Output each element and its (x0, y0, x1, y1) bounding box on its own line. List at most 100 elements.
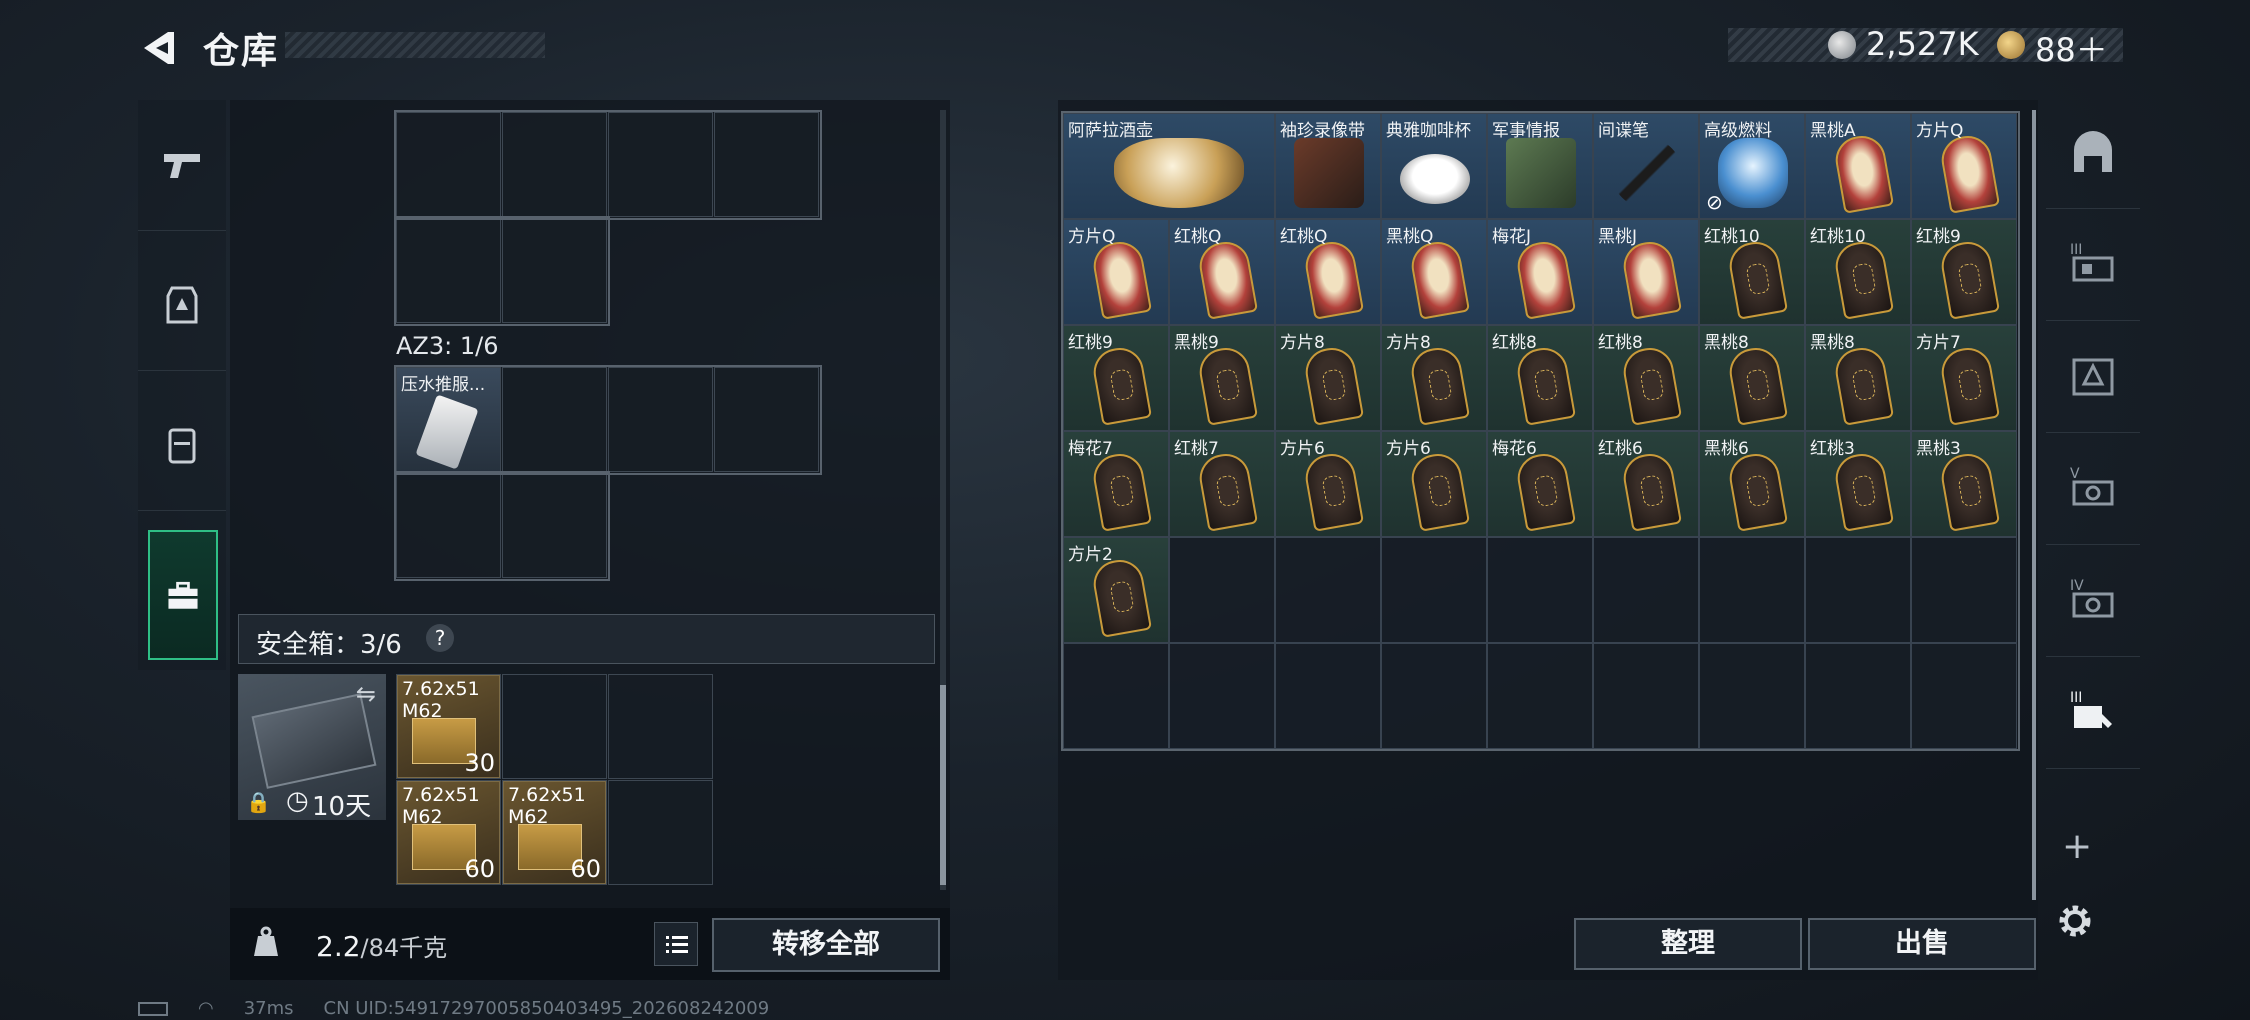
tab-container-3[interactable]: III (2046, 212, 2140, 321)
stash-empty-slot[interactable] (1911, 643, 2017, 749)
item-name: 红桃8 (1598, 333, 1643, 353)
playing-card-icon (1725, 344, 1789, 426)
stash-empty-slot[interactable] (1169, 537, 1275, 643)
help-icon[interactable]: ? (426, 624, 454, 652)
right-scrollbar[interactable] (2032, 110, 2036, 900)
list-view-button[interactable] (654, 922, 698, 966)
stash-item[interactable]: 黑桃8 (1805, 325, 1911, 431)
stash-empty-slot[interactable] (1487, 643, 1593, 749)
premium-currency-amount[interactable]: 88＋ (2035, 25, 2108, 71)
stash-item[interactable]: 方片6 (1381, 431, 1487, 537)
stash-item[interactable]: 黑桃A (1805, 113, 1911, 219)
stash-empty-slot[interactable] (1275, 643, 1381, 749)
ammo-count: 60 (570, 855, 601, 883)
stash-empty-slot[interactable] (1911, 537, 2017, 643)
stash-item[interactable]: 典雅咖啡杯 (1381, 113, 1487, 219)
ammo-item[interactable]: 7.62x51 M62 60 (397, 781, 500, 884)
stash-item[interactable]: 方片Q (1063, 219, 1169, 325)
transfer-all-button[interactable]: 转移全部 (712, 918, 940, 972)
stash-item[interactable]: 方片8 (1275, 325, 1381, 431)
stash-item[interactable]: 黑桃9 (1169, 325, 1275, 431)
tab-weapons[interactable] (138, 100, 226, 231)
stash-item[interactable]: 红桃9 (1063, 325, 1169, 431)
stash-empty-slot[interactable] (1593, 537, 1699, 643)
item-name: 红桃7 (1174, 439, 1219, 459)
safe-slot[interactable] (502, 674, 607, 779)
tab-container-4[interactable]: IV (2046, 548, 2140, 657)
tab-armor[interactable] (138, 240, 226, 371)
tab-container[interactable] (2046, 324, 2140, 433)
stash-item[interactable]: 红桃6 (1593, 431, 1699, 537)
stash-item[interactable]: 军事情报 (1487, 113, 1593, 219)
sell-button[interactable]: 出售 (1808, 918, 2036, 970)
tab-backpack[interactable] (138, 380, 226, 511)
stash-empty-slot[interactable] (1063, 643, 1169, 749)
stash-item[interactable]: 黑桃3 (1911, 431, 2017, 537)
item-name: 军事情报 (1492, 121, 1560, 141)
lock-icon: 🔒 (246, 790, 271, 814)
stash-item[interactable]: 红桃8 (1487, 325, 1593, 431)
container-grid-outline (394, 110, 822, 220)
stash-empty-slot[interactable] (1593, 643, 1699, 749)
status-bar: ◠ 37ms CN UID:54917297005850403495_2026082… (138, 998, 799, 1019)
stash-empty-slot[interactable] (1381, 537, 1487, 643)
stash-empty-slot[interactable] (1275, 537, 1381, 643)
stash-item[interactable]: 梅花6 (1487, 431, 1593, 537)
stash-item[interactable]: 红桃7 (1169, 431, 1275, 537)
stash-item[interactable]: 黑桃8 (1699, 325, 1805, 431)
playing-card-icon (1195, 344, 1259, 426)
stash-item[interactable]: 红桃10 (1805, 219, 1911, 325)
currency-amount[interactable]: 2,527K (1866, 25, 1979, 63)
stash-item[interactable]: 方片7 (1911, 325, 2017, 431)
ammo-name: 7.62x51 M62 (402, 784, 480, 828)
stash-item[interactable]: 红桃Q (1169, 219, 1275, 325)
stash-empty-slot[interactable] (1805, 643, 1911, 749)
left-scroll-thumb[interactable] (940, 685, 946, 885)
weight-value: 2.2/84千克 (316, 928, 447, 963)
ammo-item[interactable]: 7.62x51 M62 30 (397, 675, 500, 778)
stash-item[interactable]: 梅花7 (1063, 431, 1169, 537)
stash-item[interactable]: 梅花J (1487, 219, 1593, 325)
stash-item[interactable]: 方片6 (1275, 431, 1381, 537)
az3-capacity-label: AZ3: 1/6 (396, 332, 499, 360)
stash-item[interactable]: 红桃9 (1911, 219, 2017, 325)
stash-empty-slot[interactable] (1805, 537, 1911, 643)
stash-empty-slot[interactable] (1169, 643, 1275, 749)
safe-slot[interactable] (608, 674, 713, 779)
safe-slot[interactable] (608, 780, 713, 885)
tab-safe-case[interactable] (148, 530, 218, 660)
back-button[interactable] (138, 28, 178, 68)
add-container-button[interactable]: + (2062, 826, 2092, 867)
sort-button[interactable]: 整理 (1574, 918, 1802, 970)
stash-item[interactable]: 间谍笔 (1593, 113, 1699, 219)
stash-item[interactable]: 方片8 (1381, 325, 1487, 431)
tab-container-5[interactable]: V (2046, 436, 2140, 545)
stash-item[interactable]: 黑桃Q (1381, 219, 1487, 325)
swap-icon[interactable]: ⇋ (356, 680, 376, 708)
stash-item[interactable]: 红桃Q (1275, 219, 1381, 325)
tab-tools-3[interactable]: III (2046, 660, 2140, 769)
stash-item[interactable]: 黑桃6 (1699, 431, 1805, 537)
stash-item[interactable]: 红桃8 (1593, 325, 1699, 431)
stash-item[interactable]: 方片Q (1911, 113, 2017, 219)
stash-empty-slot[interactable] (1381, 643, 1487, 749)
stash-item[interactable]: 红桃10 (1699, 219, 1805, 325)
weight-current: 2.2 (316, 930, 361, 963)
stash-empty-slot[interactable] (1699, 537, 1805, 643)
stash-item[interactable]: 方片2 (1063, 537, 1169, 643)
stash-empty-slot[interactable] (1487, 537, 1593, 643)
playing-card-icon (1937, 450, 2001, 532)
settings-icon[interactable] (2054, 900, 2096, 942)
playing-card-icon (1725, 450, 1789, 532)
stash-item[interactable]: 袖珍录像带 (1275, 113, 1381, 219)
playing-card-icon (1301, 450, 1365, 532)
pistol-icon (164, 154, 200, 178)
stash-item[interactable]: 红桃3 (1805, 431, 1911, 537)
stash-empty-slot[interactable] (1699, 643, 1805, 749)
tab-stash-home[interactable] (2046, 100, 2140, 209)
stash-item[interactable]: 黑桃J (1593, 219, 1699, 325)
ammo-item[interactable]: 7.62x51 M62 60 (503, 781, 606, 884)
item-name: 方片6 (1280, 439, 1325, 459)
stash-item[interactable]: 阿萨拉酒壶 (1063, 113, 1275, 219)
playing-card-icon (1937, 132, 2001, 214)
